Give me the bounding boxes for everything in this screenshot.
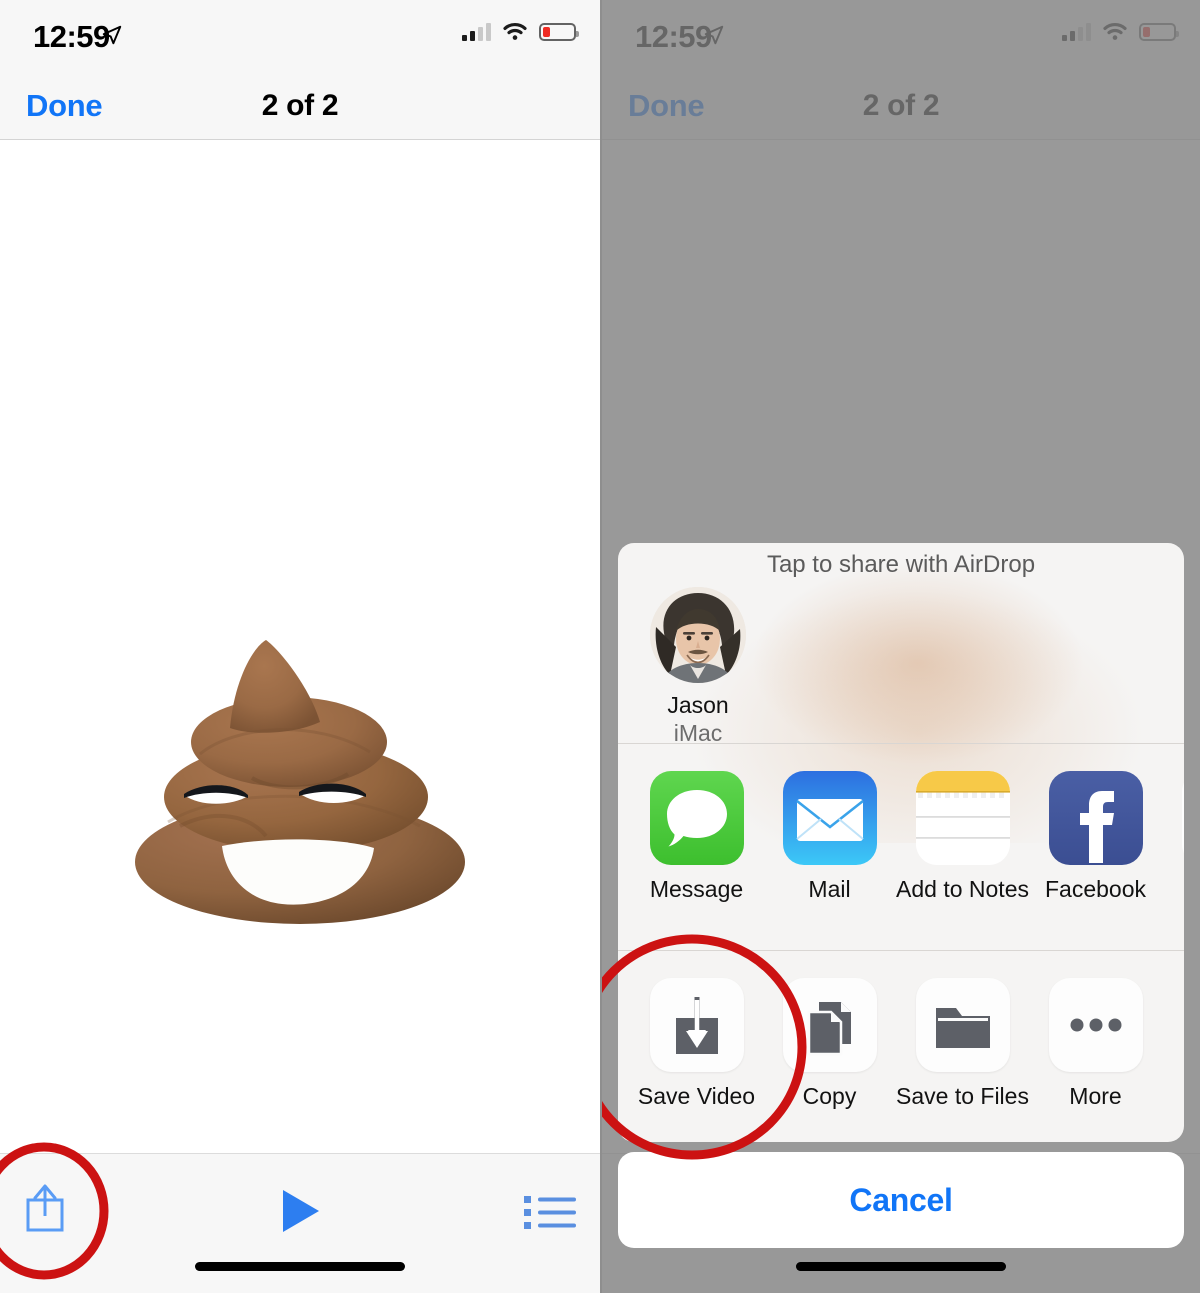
location-arrow-icon [102,25,122,45]
share-app-message[interactable]: Message [630,771,763,903]
share-app-mail[interactable]: Mail [763,771,896,903]
cancel-button-label: Cancel [849,1181,953,1218]
save-download-icon [649,978,744,1072]
status-bar-time: 12:59 [33,19,110,54]
battery-low-icon [539,22,579,41]
screenshot-stage: 12:59 Done 2 of 2 Tap to share with AirD… [0,0,1200,1293]
share-app-add-to-notes[interactable]: Add to Notes [896,771,1029,903]
share-apps-row: Message Mail Add to Notes Facebook [618,771,1184,903]
status-bar-indicators [462,22,579,41]
share-app-label: Add to Notes [896,876,1029,902]
share-action-label: Save Video [637,1083,756,1109]
share-icon[interactable] [21,1180,69,1234]
page-title: 2 of 2 [261,89,339,122]
player-toolbar [0,1153,600,1293]
share-app-label: Mail [808,876,851,902]
home-indicator [796,1262,1006,1271]
left-phone-panel: 12:59 Done 2 of 2 [0,0,600,1293]
copy-action[interactable]: Copy [763,978,896,1110]
home-indicator [195,1262,405,1271]
share-app-partial[interactable] [1162,771,1184,903]
share-app-label: Message [649,876,744,902]
sheet-divider [618,950,1184,951]
share-app-label: Facebook [1044,876,1146,902]
avatar [650,587,746,683]
airdrop-title: Tap to share with AirDrop [766,551,1036,578]
messages-app-icon [649,771,744,865]
status-bar: 12:59 [0,0,600,72]
save-video-action[interactable]: Save Video [630,978,763,1110]
cancel-button[interactable]: Cancel [618,1152,1184,1248]
mail-app-icon [782,771,877,865]
wifi-icon [503,23,527,40]
sheet-divider [618,743,1184,744]
play-icon[interactable] [278,1187,322,1235]
nav-bar: Done 2 of 2 [0,72,600,140]
share-sheet: Tap to share with AirDrop Jason iMac Mes… [618,543,1184,1142]
more-action[interactable]: More [1029,978,1162,1110]
airdrop-person-jason[interactable]: Jason iMac [638,587,758,747]
facebook-app-icon [1048,771,1143,865]
save-to-files-action[interactable]: Save to Files [896,978,1029,1110]
folder-icon [915,978,1010,1072]
list-icon[interactable] [524,1194,576,1230]
share-app-facebook[interactable]: Facebook [1029,771,1162,903]
media-viewer [0,140,600,1153]
copy-documents-icon [782,978,877,1072]
share-action-label: Copy [802,1083,857,1109]
share-actions-row: Save Video Copy Save to Files More [618,978,1184,1110]
right-phone-panel: 12:59 Done 2 of 2 [600,0,1200,1293]
partial-app-icon [1181,771,1184,865]
animoji-poop-video [135,640,465,924]
share-action-label: More [1069,1083,1122,1109]
notes-app-icon [915,771,1010,865]
ellipsis-icon [1048,978,1143,1072]
airdrop-person-name: Jason [667,692,729,718]
cellular-bars-icon [462,22,491,41]
share-action-label: Save to Files [896,1083,1029,1109]
